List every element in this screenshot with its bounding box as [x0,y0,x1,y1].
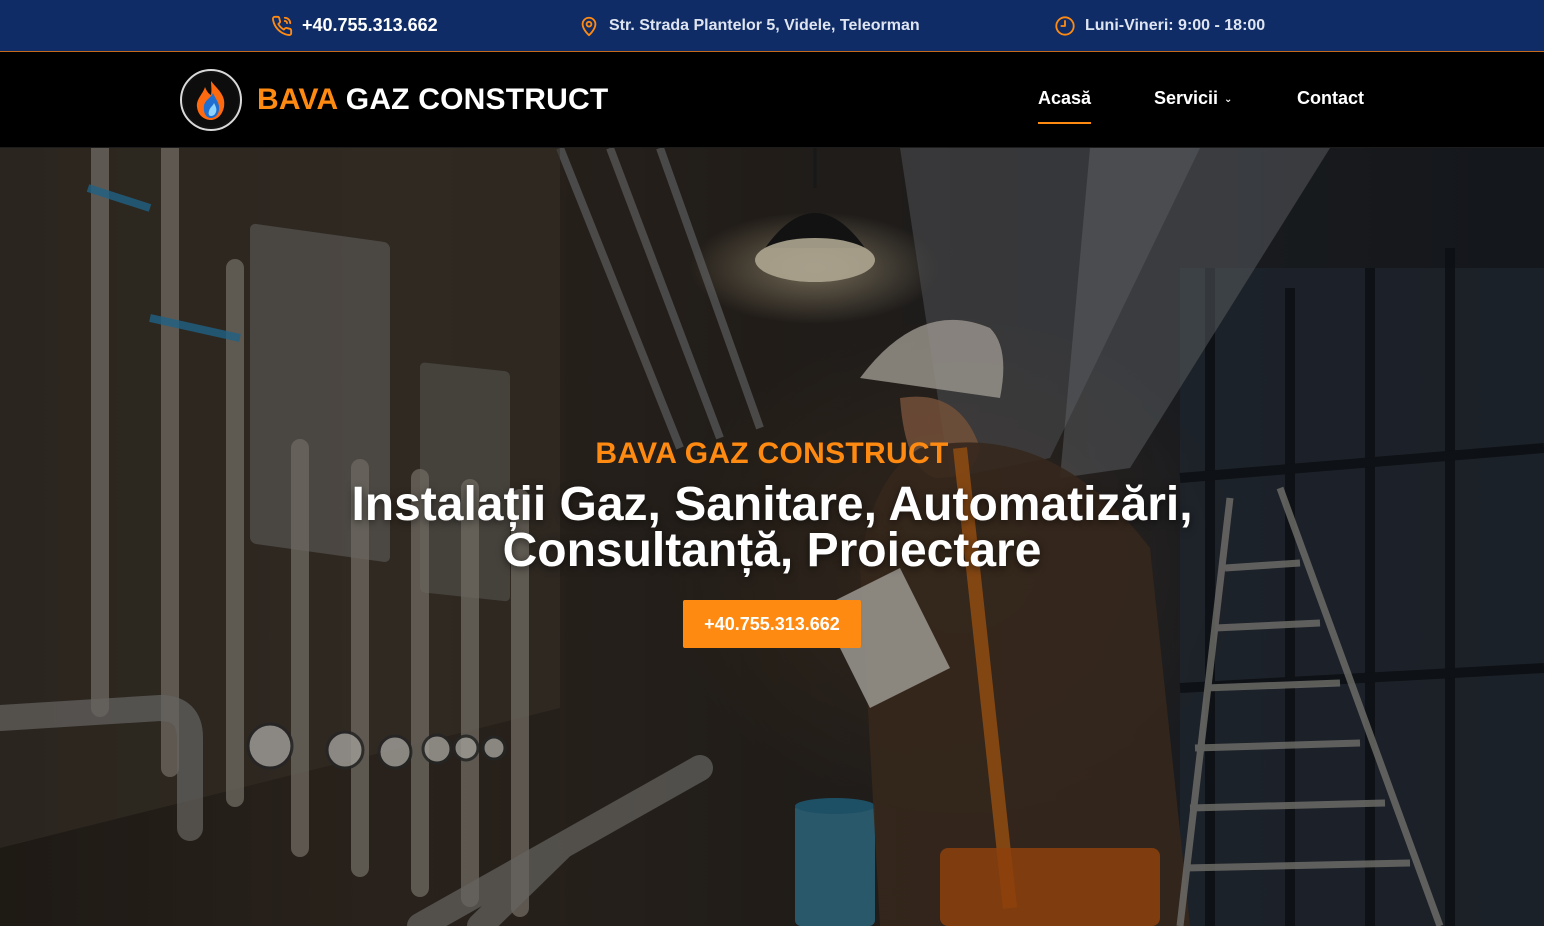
chevron-down-icon: ⌄ [1224,94,1233,105]
brand-name-accent: BAVA [257,83,338,116]
hero-section: BAVA GAZ CONSTRUCT Instalații Gaz, Sanit… [0,148,1544,926]
call-phone-button[interactable]: +40.755.313.662 [683,600,861,648]
brand[interactable]: BAVA GAZ CONSTRUCT [180,69,608,131]
topbar-hours: Luni-Vineri: 9:00 - 18:00 [1054,0,1265,51]
nav-services[interactable]: Servicii ⌄ [1154,88,1232,109]
topbar-phone[interactable]: +40.755.313.662 [271,0,438,51]
flame-logo-icon [180,69,242,131]
phone-icon [271,15,293,37]
site-header: BAVA GAZ CONSTRUCT Acasă Servicii ⌄ Cont… [0,52,1544,148]
clock-icon [1054,15,1076,37]
nav-contact[interactable]: Contact [1297,88,1364,109]
brand-name-rest: GAZ CONSTRUCT [337,83,609,116]
topbar-address: Str. Strada Plantelor 5, Videle, Teleorm… [578,0,920,51]
nav-home[interactable]: Acasă [1038,88,1092,124]
hero-eyebrow: BAVA GAZ CONSTRUCT [595,437,949,470]
topbar-address-text: Str. Strada Plantelor 5, Videle, Teleorm… [609,16,920,34]
top-info-bar: +40.755.313.662 Str. Strada Plantelor 5,… [0,0,1544,52]
topbar-hours-text: Luni-Vineri: 9:00 - 18:00 [1085,16,1266,34]
map-pin-icon [578,15,600,37]
nav-services-label: Servicii [1154,88,1219,108]
hero-title: Instalații Gaz, Sanitare, Automatizări, … [0,481,1544,577]
topbar-phone-text: +40.755.313.662 [302,15,438,35]
hero-content: BAVA GAZ CONSTRUCT Instalații Gaz, Sanit… [0,148,1544,926]
brand-name: BAVA GAZ CONSTRUCT [257,83,608,117]
hero-title-line-2: Consultanță, Proiectare [502,524,1042,577]
